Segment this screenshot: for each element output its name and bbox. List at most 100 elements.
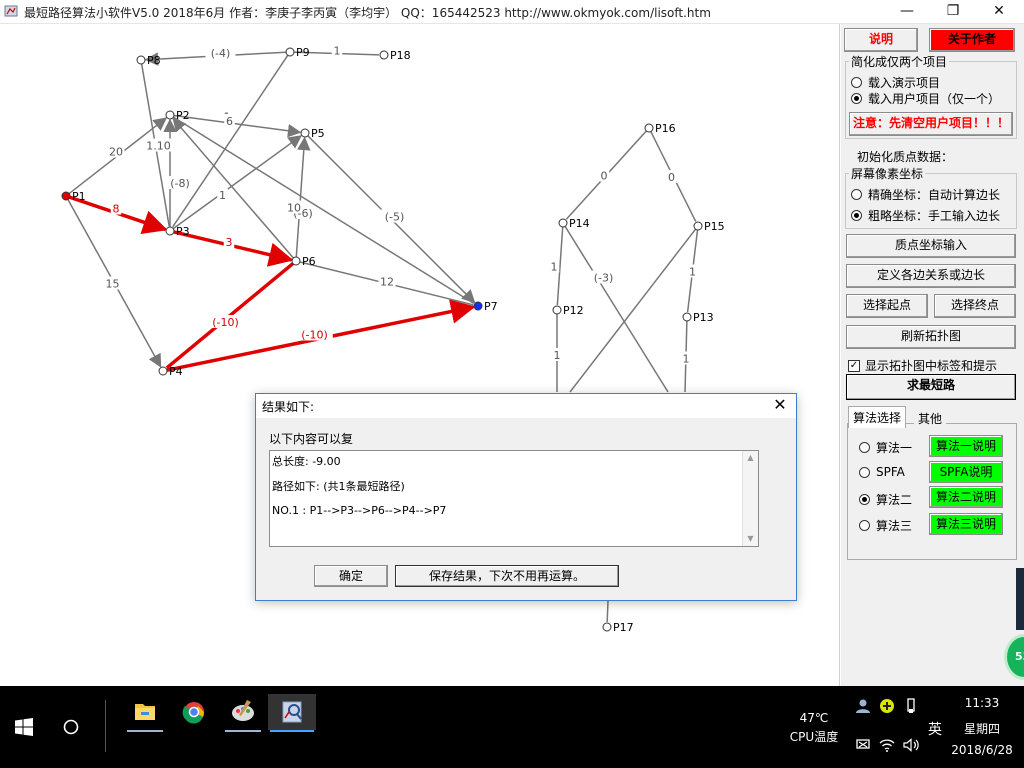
node-label-P6: P6 xyxy=(302,255,316,268)
node-label-P4: P4 xyxy=(169,365,183,378)
clock-date[interactable]: 2018/6/28 xyxy=(950,743,1014,757)
node-label-P2: P2 xyxy=(176,109,190,122)
refresh-topology-button[interactable]: 刷新拓扑图 xyxy=(846,325,1016,349)
radio-precise-coords[interactable]: 精确坐标：自动计算边长 xyxy=(851,186,1000,203)
result-path-count: 路径如下: (共1条最短路径) xyxy=(272,480,405,493)
algo3-help-button[interactable]: 算法三说明 xyxy=(929,513,1003,535)
algo1-label: 算法一 xyxy=(876,441,913,455)
clear-user-project-button[interactable]: 注意：先清空用户项目！！！ xyxy=(849,112,1013,136)
node-P12[interactable] xyxy=(552,305,562,315)
radio-algo3[interactable]: 算法三 xyxy=(859,517,912,534)
search-circle-icon[interactable] xyxy=(63,719,79,735)
radio-icon xyxy=(859,466,870,478)
node-label-P15: P15 xyxy=(704,220,725,233)
about-author-button[interactable]: 关于作者 xyxy=(929,28,1015,52)
save-result-button[interactable]: 保存结果，下次不用再运算。 xyxy=(395,565,619,587)
user-status-icon[interactable] xyxy=(855,698,871,714)
edge-label-P3-P6: 3 xyxy=(226,236,233,249)
node-P1[interactable] xyxy=(61,191,71,201)
chrome-app[interactable] xyxy=(170,694,218,730)
node-P7[interactable] xyxy=(473,301,483,311)
minimize-button[interactable]: — xyxy=(884,0,930,24)
select-end-button[interactable]: 选择终点 xyxy=(934,294,1016,318)
tab-algorithm[interactable]: 算法选择 xyxy=(848,406,907,428)
radio-precise-label: 精确坐标：自动计算边长 xyxy=(868,188,1001,202)
taskbar: 47℃ CPU温度 英 11:33 星期四 2018/6/28 xyxy=(0,686,1024,768)
result-total-length: 总长度: -9.00 xyxy=(272,455,341,468)
edge-P2-P7 xyxy=(173,116,475,305)
folder-icon xyxy=(135,704,155,720)
edge-label-P13-P13c: 1 xyxy=(683,353,690,366)
edge-P17t-P17 xyxy=(606,600,609,623)
radio-algo2[interactable]: 算法二 xyxy=(859,491,912,508)
node-P9[interactable] xyxy=(285,47,295,57)
dialog-title: 结果如下: xyxy=(262,400,315,414)
radio-rough-coords[interactable]: 粗略坐标：手工输入边长 xyxy=(851,207,1000,224)
node-P3[interactable] xyxy=(165,226,175,236)
paint-app[interactable] xyxy=(219,694,267,732)
edge-label-P16-P15: 0 xyxy=(668,171,675,184)
radio-spfa[interactable]: SPFA xyxy=(859,465,905,479)
close-button[interactable]: ✕ xyxy=(976,0,1022,24)
node-P2[interactable] xyxy=(165,110,175,120)
network-disconnected-icon[interactable] xyxy=(855,738,871,752)
edge-label-P9-P18: 1 xyxy=(334,45,341,58)
volume-icon[interactable] xyxy=(903,738,921,752)
node-P17[interactable] xyxy=(602,622,612,632)
show-labels-checkbox[interactable]: ✓ 显示拓扑图中标签和提示 xyxy=(848,357,997,374)
edge-label-P1-P2: 20 xyxy=(109,146,123,159)
node-P18[interactable] xyxy=(379,50,389,60)
node-P6[interactable] xyxy=(291,256,301,266)
node-P15[interactable] xyxy=(693,221,703,231)
edge-P15-P12b xyxy=(569,228,697,393)
coord-input-button[interactable]: 质点坐标输入 xyxy=(846,234,1016,258)
tab-other[interactable]: 其他 xyxy=(914,408,947,429)
shortest-path-app[interactable] xyxy=(268,694,316,732)
file-explorer-app[interactable] xyxy=(121,694,169,732)
node-P5[interactable] xyxy=(300,128,310,138)
dialog-close-icon[interactable]: ✕ xyxy=(768,395,792,415)
define-edges-button[interactable]: 定义各边关系或边长 xyxy=(846,264,1016,288)
algo2-help-button[interactable]: 算法二说明 xyxy=(929,486,1003,508)
add-green-icon[interactable] xyxy=(879,698,895,714)
help-button[interactable]: 说明 xyxy=(844,28,918,52)
radio-load-user[interactable]: 载入用户项目（仅一个） xyxy=(851,90,1000,107)
ime-indicator[interactable]: 英 xyxy=(926,719,944,739)
windows-start-icon[interactable] xyxy=(15,718,33,736)
wifi-icon[interactable] xyxy=(879,738,895,752)
scroll-up-icon[interactable]: ▲ xyxy=(743,451,758,465)
radio-icon xyxy=(859,520,870,531)
select-start-button[interactable]: 选择起点 xyxy=(846,294,928,318)
edge-label-P12-P12c: 1 xyxy=(554,349,561,362)
find-shortest-path-button[interactable]: 求最短路 xyxy=(846,374,1016,400)
node-P14[interactable] xyxy=(558,218,568,228)
edge-label-P2-P7: 10 xyxy=(287,202,301,215)
node-P8[interactable] xyxy=(136,55,146,65)
radio-load-demo[interactable]: 载入演示项目 xyxy=(851,74,940,91)
radio-algo1[interactable]: 算法一 xyxy=(859,439,912,456)
spfa-label: SPFA xyxy=(876,465,905,479)
edge-label-P14-P13b: (-3) xyxy=(594,272,614,285)
result-textarea[interactable]: 总长度: -9.00 路径如下: (共1条最短路径) NO.1 : P1-->P… xyxy=(269,450,759,547)
node-label-P3: P3 xyxy=(176,225,190,238)
node-P4[interactable] xyxy=(158,366,168,376)
clock-time[interactable]: 11:33 xyxy=(950,696,1014,710)
usb-device-icon[interactable] xyxy=(904,698,918,714)
edge-P9-P3 xyxy=(172,54,289,228)
node-label-P13: P13 xyxy=(693,311,714,324)
result-scrollbar[interactable]: ▲ ▼ xyxy=(742,451,758,546)
copy-hint: 以下内容可以复 xyxy=(269,432,354,446)
maximize-button[interactable]: ❐ xyxy=(930,0,976,24)
clock-weekday[interactable]: 星期四 xyxy=(950,720,1014,737)
scroll-down-icon[interactable]: ▼ xyxy=(743,532,758,546)
taskbar-divider xyxy=(105,700,106,752)
algo2-label: 算法二 xyxy=(876,493,913,507)
spfa-help-button[interactable]: SPFA说明 xyxy=(929,461,1003,483)
result-dialog: 结果如下: ✕ 以下内容可以复 总长度: -9.00 路径如下: (共1条最短路… xyxy=(255,393,797,601)
algo1-help-button[interactable]: 算法一说明 xyxy=(929,435,1003,457)
ok-button[interactable]: 确定 xyxy=(314,565,388,587)
edge-label-P1-P4: 15 xyxy=(106,278,120,291)
node-P13[interactable] xyxy=(682,312,692,322)
node-label-P18: P18 xyxy=(390,49,411,62)
node-P16[interactable] xyxy=(644,123,654,133)
